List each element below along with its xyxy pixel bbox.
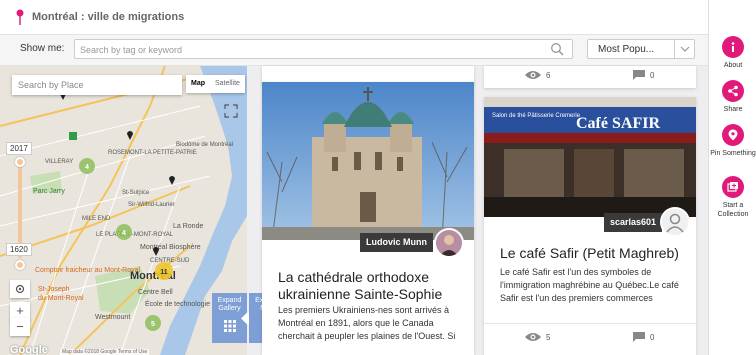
share-icon <box>728 85 738 97</box>
map-label-mile-end: MILE END <box>82 216 111 222</box>
map-label-st-sulpice: St-Sulpice <box>122 190 150 196</box>
map-label-plateau: LE PLATEAU-MONT-ROYAL <box>96 232 174 238</box>
info-icon <box>731 42 735 52</box>
year-slider-handle-max[interactable] <box>15 157 25 167</box>
year-min-label: 1620 <box>6 243 32 256</box>
tag-search-box <box>74 39 573 59</box>
year-slider-handle-min[interactable] <box>15 260 25 270</box>
photo-sign: Café SAFIR <box>576 115 660 132</box>
map-pin-logo-icon <box>16 9 24 25</box>
zoom-out-button[interactable]: − <box>10 318 30 336</box>
map-type-satellite[interactable]: Satellite <box>210 75 245 93</box>
pin-something-label: Pin Something <box>710 150 756 157</box>
eye-icon <box>525 333 541 341</box>
top-bar: Montréal : ville de migrations <box>0 0 708 34</box>
sort-dropdown[interactable]: Most Popu... <box>587 39 695 59</box>
comment-icon <box>633 332 645 342</box>
about-circle <box>722 36 744 58</box>
author-name-text: scarlas601 <box>610 217 657 227</box>
map-label-parc-jarry: Parc Jarry <box>33 188 65 195</box>
place-search-input[interactable] <box>12 75 182 95</box>
card-title[interactable]: La cathédrale orthodoxe ukrainienne Sain… <box>278 269 463 303</box>
map-label-sir-wilfrid: Sir-Wilfrid-Laurier <box>128 202 175 208</box>
filter-bar: Show me: Most Popu... <box>0 34 708 66</box>
comments-count: 0 <box>650 333 655 342</box>
photo-sign-sub: Salon de thé Pâtisserie Cremerie <box>492 113 581 119</box>
start-collection-label: Start a Collection <box>717 202 749 218</box>
site-title[interactable]: Montréal : ville de migrations <box>32 11 184 23</box>
map-label-biosphere: Montréal Biosphère <box>140 244 201 251</box>
locate-icon <box>15 284 25 294</box>
pin-something-button[interactable]: Pin Something <box>709 124 756 158</box>
pin-circle <box>722 124 744 146</box>
card-title[interactable]: Le café Safir (Petit Maghreb) <box>500 245 685 262</box>
locate-button[interactable] <box>10 280 30 298</box>
map-canvas[interactable]: Biodôme de Montréal VILLERAY Parc Jarry … <box>0 66 247 355</box>
default-avatar-icon <box>662 209 688 235</box>
sort-value: Most Popu... <box>598 44 655 55</box>
collection-icon <box>727 182 738 192</box>
plus-icon: + <box>16 303 24 318</box>
google-logo: Google <box>10 344 48 355</box>
story-card-cafe-safir[interactable]: Salon de thé Pâtisserie Cremerie Café SA… <box>484 97 696 355</box>
map-label-centre-sud: CENTRE-SUD <box>150 258 190 264</box>
card-excerpt: Les premiers Ukrainiens-nes sont arrivés… <box>278 305 456 341</box>
sort-arrow[interactable] <box>674 40 694 58</box>
map-label-du-mont-royal: du Mont-Royal <box>38 295 84 302</box>
card-divider <box>484 323 696 324</box>
search-icon[interactable] <box>550 42 564 56</box>
share-label: Share <box>723 106 743 113</box>
grid-icon <box>223 320 236 332</box>
map-label-centre-bell: Centre Bell <box>138 289 173 296</box>
map-type-map[interactable]: Map <box>186 75 210 93</box>
minus-icon: − <box>16 319 24 334</box>
year-max-label: 2017 <box>6 142 32 155</box>
card-excerpt: Le café Safir est l'un des symboles de l… <box>500 267 679 303</box>
share-circle <box>722 80 744 102</box>
share-button[interactable]: Share <box>709 80 756 114</box>
map-cluster-count: 11 <box>160 269 168 276</box>
author-name[interactable]: scarlas601 <box>604 213 663 232</box>
map-attribution[interactable]: Map data ©2018 Google Terms of Use <box>60 349 150 355</box>
expand-gallery-label: Expand Gallery <box>217 297 242 312</box>
views-count: 5 <box>546 333 551 342</box>
collection-circle <box>722 176 744 198</box>
map-cluster-count: 5 <box>151 321 155 328</box>
map-label-joseph: St-Joseph <box>38 286 70 293</box>
place-search-box <box>12 75 182 95</box>
comment-icon <box>633 70 645 80</box>
map-label-biodome: Biodôme de Montréal <box>176 142 233 148</box>
show-me-label: Show me: <box>20 43 65 54</box>
comments-count: 0 <box>650 71 655 80</box>
map-label-westmount: Westmount <box>95 314 130 321</box>
avatar[interactable] <box>434 228 464 258</box>
card-photo[interactable] <box>262 82 474 240</box>
start-collection-button[interactable]: Start a Collection <box>709 176 756 219</box>
map-type-toggle: Map Satellite <box>186 75 245 93</box>
hospital-icon <box>69 132 77 140</box>
avatar[interactable] <box>660 207 690 237</box>
map-label-rosemont: ROSEMONT-LA PETITE-PATRIE <box>108 150 197 156</box>
views-count: 6 <box>546 71 551 80</box>
partial-card-top-right[interactable]: 6 0 <box>484 66 696 88</box>
map-label-la-ronde: La Ronde <box>173 223 203 230</box>
map-cluster-count: 4 <box>122 230 126 237</box>
tag-search-input[interactable] <box>75 41 535 59</box>
map-cluster-count: 4 <box>85 164 89 171</box>
map-label-villeray: VILLERAY <box>45 159 73 165</box>
fullscreen-icon[interactable] <box>224 104 238 118</box>
about-label: About <box>723 62 743 69</box>
story-card-cathedrale[interactable]: Ludovic Munn La cathédrale orthodoxe ukr… <box>262 82 474 355</box>
map-label-comptoir: Comptoir fraicheur au Mont-Royal <box>35 267 140 274</box>
map-panel[interactable]: Biodôme de Montréal VILLERAY Parc Jarry … <box>0 66 247 355</box>
eye-icon <box>525 71 541 79</box>
author-name[interactable]: Ludovic Munn <box>360 233 433 252</box>
avatar-photo <box>436 230 462 256</box>
author-name-text: Ludovic Munn <box>366 237 427 247</box>
about-button[interactable]: About <box>709 36 756 70</box>
card-photo[interactable]: Salon de thé Pâtisserie Cremerie Café SA… <box>484 97 696 217</box>
chevron-down-icon <box>680 46 690 52</box>
pin-icon <box>728 129 738 141</box>
right-sidebar: About Share Pin Something Start a Collec… <box>708 0 756 355</box>
